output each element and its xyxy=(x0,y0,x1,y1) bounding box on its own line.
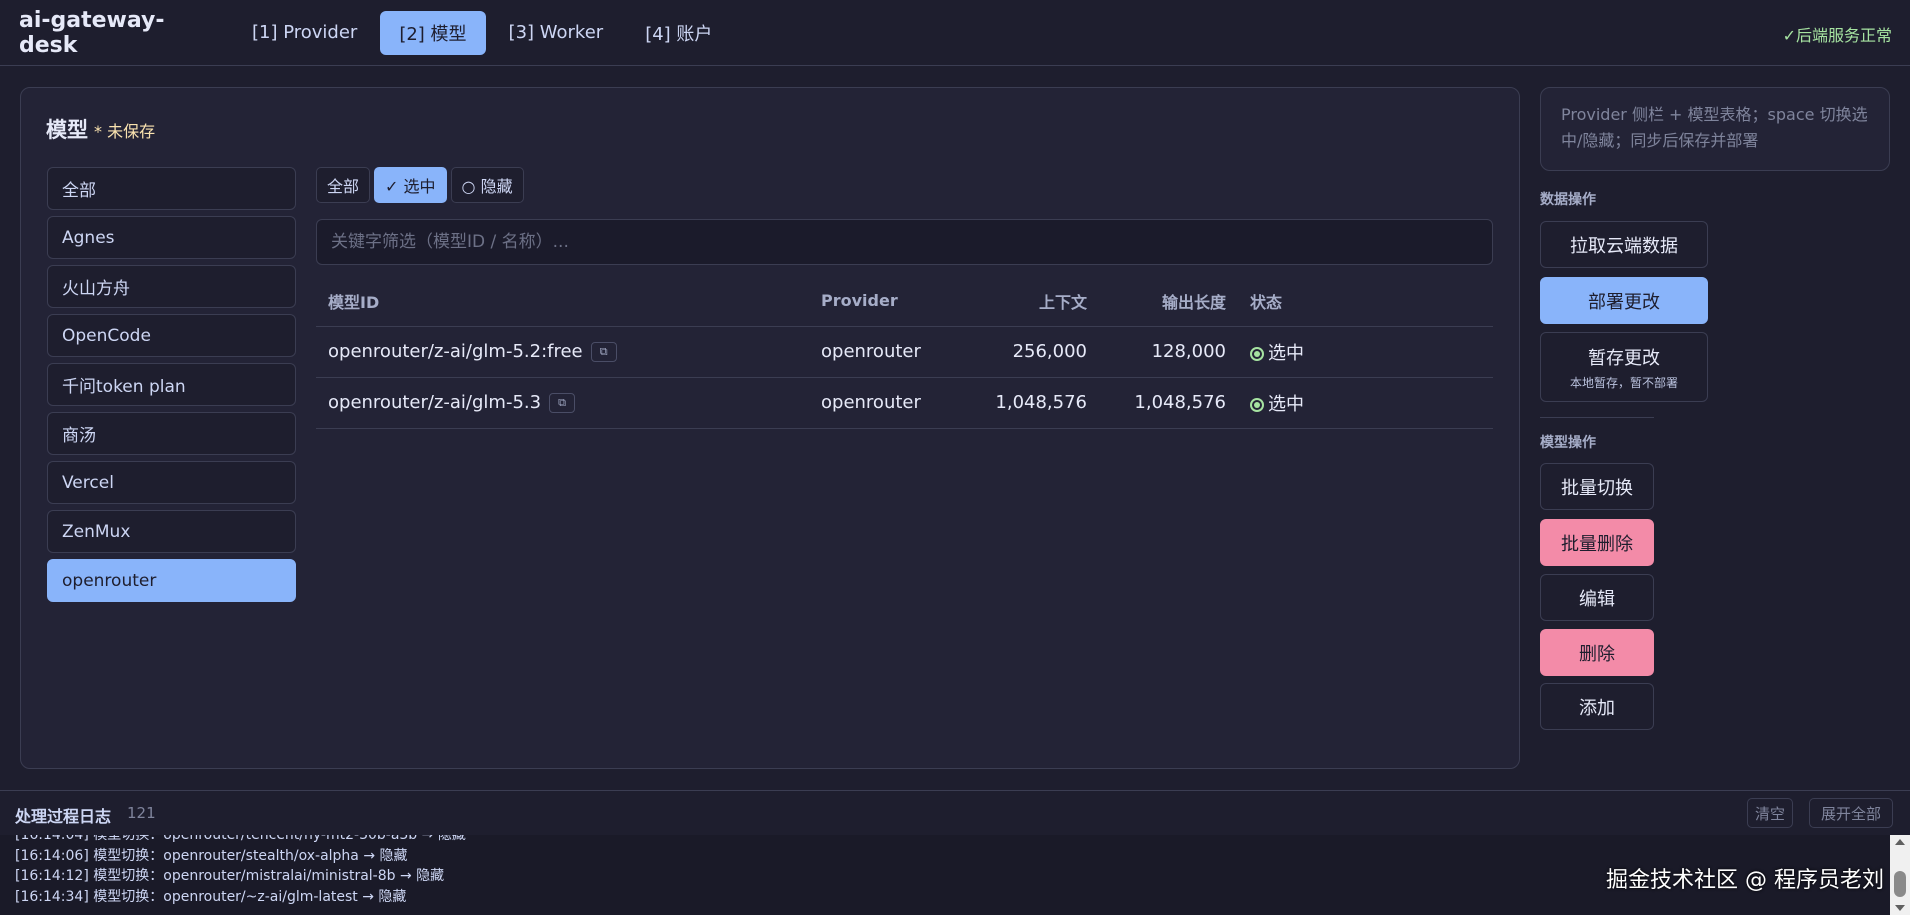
provider-cell: openrouter xyxy=(809,326,979,378)
tab-account[interactable]: [4] 账户 xyxy=(626,11,731,55)
models-panel: 模型 * 未保存 全部 Agnes 火山方舟 OpenCode 千问token p… xyxy=(20,87,1520,769)
stash-button[interactable]: 暂存更改 本地暂存，暂不部署 xyxy=(1540,332,1708,402)
backend-status: ✓后端服务正常 xyxy=(1782,26,1892,45)
clear-log-button[interactable]: 清空 xyxy=(1747,798,1793,828)
scroll-up-icon[interactable] xyxy=(1895,839,1905,845)
model-table: 模型ID Provider 上下文 输出长度 状态 openrouter/z-a… xyxy=(316,276,1493,429)
column-header-provider[interactable]: Provider xyxy=(809,276,979,327)
add-button[interactable]: 添加 xyxy=(1540,683,1654,730)
table-row[interactable]: openrouter/z-ai/glm-5.2:free ⧉ openrouter… xyxy=(316,326,1493,378)
status-label: 选中 xyxy=(1268,393,1304,415)
radio-selected-icon xyxy=(1250,397,1264,412)
log-count: 121 xyxy=(127,804,156,822)
table-header-row: 模型ID Provider 上下文 输出长度 状态 xyxy=(316,276,1493,327)
table-row[interactable]: openrouter/z-ai/glm-5.3 ⧉ openrouter 1,04… xyxy=(316,377,1493,429)
copy-icon[interactable]: ⧉ xyxy=(549,393,576,413)
log-line: [16:14:34] 模型切换：openrouter/~z-ai/glm-lat… xyxy=(15,888,407,905)
provider-item-vercel[interactable]: Vercel xyxy=(47,461,296,504)
filter-selected-button[interactable]: ✓ 选中 xyxy=(374,167,447,203)
stash-button-label: 暂存更改 xyxy=(1588,347,1660,369)
status-label: 选中 xyxy=(1268,342,1304,364)
data-ops-label: 数据操作 xyxy=(1540,192,1596,208)
divider xyxy=(1540,417,1654,418)
provider-cell: openrouter xyxy=(809,377,979,429)
column-header-model-id[interactable]: 模型ID xyxy=(316,276,809,327)
log-line: [16:14:04] 模型切换：openrouter/tencent/hy-mt… xyxy=(15,835,466,843)
copy-icon[interactable]: ⧉ xyxy=(590,342,617,362)
watermark: 掘金技术社区 @ 程序员老刘 xyxy=(1606,868,1884,893)
column-header-output[interactable]: 输出长度 xyxy=(1099,276,1238,327)
model-id-cell: openrouter/z-ai/glm-5.2:free ⧉ xyxy=(316,326,809,378)
provider-list: 全部 Agnes 火山方舟 OpenCode 千问token plan 商汤 V… xyxy=(47,167,296,608)
status-cell[interactable]: 选中 xyxy=(1238,377,1493,429)
context-cell: 1,048,576 xyxy=(979,377,1099,429)
provider-item-agnes[interactable]: Agnes xyxy=(47,216,296,259)
tab-bar: [1] Provider [2] 模型 [3] Worker [4] 账户 xyxy=(233,10,735,55)
stash-button-sublabel: 本地暂存，暂不部署 xyxy=(1569,375,1678,390)
scroll-thumb[interactable] xyxy=(1894,871,1906,897)
deploy-button[interactable]: 部署更改 xyxy=(1540,277,1708,324)
tab-worker[interactable]: [3] Worker xyxy=(490,11,623,55)
batch-toggle-button[interactable]: 批量切换 xyxy=(1540,463,1654,510)
model-id: openrouter/z-ai/glm-5.2:free xyxy=(328,341,583,362)
output-cell: 1,048,576 xyxy=(1099,377,1238,429)
provider-item-openrouter[interactable]: openrouter xyxy=(47,559,296,602)
status-filter-group: 全部 ✓ 选中 ○ 隐藏 xyxy=(316,167,528,203)
hint-box: Provider 侧栏 + 模型表格；space 切换选中/隐藏；同步后保存并部… xyxy=(1540,87,1890,171)
top-bar: ai-gateway-desk [1] Provider [2] 模型 [3] … xyxy=(0,0,1910,66)
provider-item-volcano[interactable]: 火山方舟 xyxy=(47,265,296,308)
filter-hidden-button[interactable]: ○ 隐藏 xyxy=(450,167,524,203)
tab-provider[interactable]: [1] Provider xyxy=(233,11,376,55)
log-header: 处理过程日志 121 清空 展开全部 xyxy=(0,790,1910,835)
batch-delete-button[interactable]: 批量删除 xyxy=(1540,519,1654,566)
panel-title: 模型 * 未保存 xyxy=(46,114,155,144)
panel-title-text: 模型 xyxy=(46,118,88,142)
tab-models[interactable]: [2] 模型 xyxy=(380,10,486,55)
log-scrollbar[interactable] xyxy=(1890,835,1910,915)
expand-all-button[interactable]: 展开全部 xyxy=(1809,798,1893,828)
model-id: openrouter/z-ai/glm-5.3 xyxy=(328,392,542,413)
model-id-cell: openrouter/z-ai/glm-5.3 ⧉ xyxy=(316,377,809,429)
provider-item-zenmux[interactable]: ZenMux xyxy=(47,510,296,553)
fetch-cloud-button[interactable]: 拉取云端数据 xyxy=(1540,221,1708,268)
log-line: [16:14:12] 模型切换：openrouter/mistralai/min… xyxy=(15,868,445,884)
provider-item-opencode[interactable]: OpenCode xyxy=(47,314,296,357)
radio-selected-icon xyxy=(1250,346,1264,361)
context-cell: 256,000 xyxy=(979,326,1099,378)
column-header-status[interactable]: 状态 xyxy=(1238,276,1493,327)
model-search-input[interactable] xyxy=(316,219,1493,265)
log-title: 处理过程日志 xyxy=(15,807,112,826)
unsaved-badge: * 未保存 xyxy=(94,122,156,141)
model-ops-label: 模型操作 xyxy=(1540,435,1596,451)
output-cell: 128,000 xyxy=(1099,326,1238,378)
status-cell[interactable]: 选中 xyxy=(1238,326,1493,378)
delete-button[interactable]: 删除 xyxy=(1540,629,1654,676)
log-lines: [16:14:04] 模型切换：openrouter/tencent/hy-mt… xyxy=(15,835,466,907)
filter-all-button[interactable]: 全部 xyxy=(316,167,371,203)
edit-button[interactable]: 编辑 xyxy=(1540,574,1654,621)
log-line: [16:14:06] 模型切换：openrouter/stealth/ox-al… xyxy=(15,847,408,864)
column-header-context[interactable]: 上下文 xyxy=(979,276,1099,327)
provider-item-sensetime[interactable]: 商汤 xyxy=(47,412,296,455)
app-title: ai-gateway-desk xyxy=(19,7,165,58)
scroll-down-icon[interactable] xyxy=(1895,905,1905,911)
provider-item-all[interactable]: 全部 xyxy=(47,167,296,210)
provider-item-qianwen[interactable]: 千问token plan xyxy=(47,363,296,406)
